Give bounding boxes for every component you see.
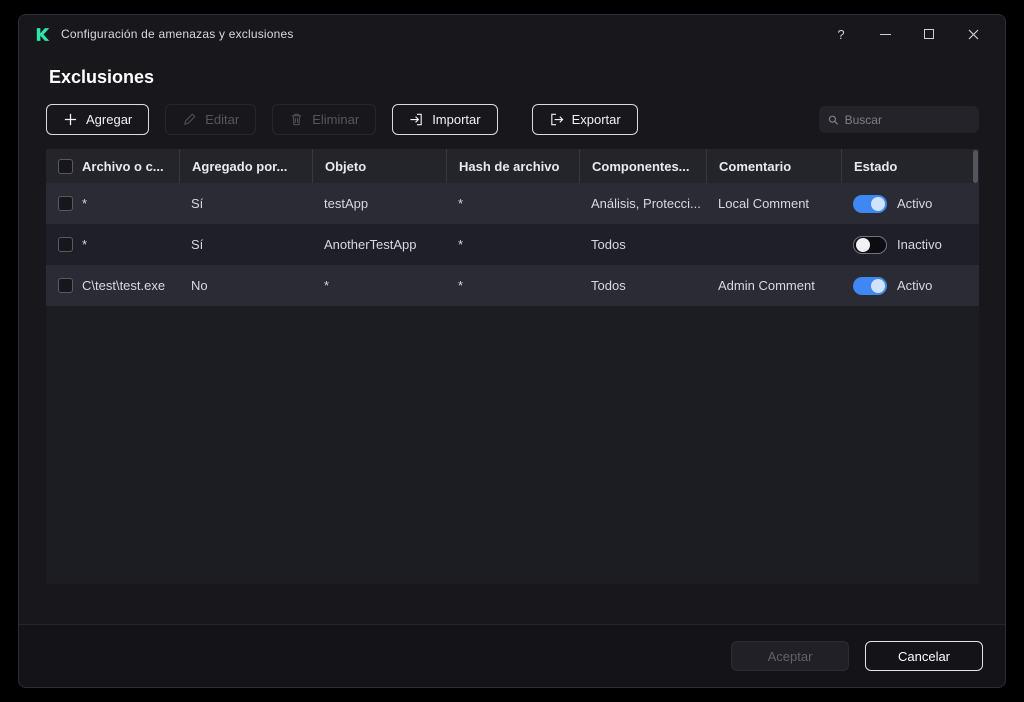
minimize-button[interactable]	[863, 19, 907, 49]
maximize-icon	[924, 29, 934, 39]
column-header: Agregado por...	[179, 149, 312, 183]
import-icon	[410, 113, 422, 126]
accept-button[interactable]: Aceptar	[731, 641, 849, 671]
toggle-knob	[871, 196, 885, 211]
state-toggle[interactable]	[853, 235, 887, 254]
import-button[interactable]: Importar	[392, 104, 498, 135]
cell-added-by: Sí	[191, 196, 204, 211]
state-toggle[interactable]	[853, 194, 887, 213]
edit-button[interactable]: Editar	[165, 104, 257, 135]
cell-components: Todos	[591, 278, 626, 293]
app-window: Configuración de amenazas y exclusiones …	[18, 14, 1006, 688]
column-header: Comentario	[706, 149, 841, 183]
vertical-scrollbar[interactable]	[973, 150, 978, 183]
cell-object: AnotherTestApp	[324, 237, 417, 252]
state-label: Activo	[897, 278, 933, 293]
column-header: Hash de archivo	[446, 149, 579, 183]
cell-file: C\test\test.exe	[82, 278, 166, 293]
state-label: Activo	[897, 196, 933, 211]
trash-icon	[292, 113, 302, 126]
cell-object: *	[324, 278, 330, 293]
table-row[interactable]: * Sí testApp * Análisis, Protecci... Local Co…	[46, 183, 979, 224]
row-checkbox[interactable]	[58, 237, 73, 252]
state-label: Inactivo	[897, 237, 942, 252]
toolbar: Agregar Editar Eliminar Importar Exporta…	[19, 94, 1005, 135]
state-toggle[interactable]	[853, 276, 887, 295]
row-checkbox[interactable]	[58, 278, 73, 293]
table-header: Archivo o c... Agregado por... Objeto Ha…	[46, 149, 979, 183]
cell-object: testApp	[324, 196, 369, 211]
cell-file: *	[82, 196, 88, 211]
search-box[interactable]	[819, 106, 979, 133]
column-header: Componentes...	[579, 149, 706, 183]
delete-button[interactable]: Eliminar	[272, 104, 377, 135]
export-icon	[550, 113, 563, 126]
close-button[interactable]	[951, 19, 995, 49]
window-title: Configuración de amenazas y exclusiones	[61, 27, 294, 41]
column-header: Archivo o c...	[82, 158, 164, 174]
row-checkbox[interactable]	[58, 196, 73, 211]
dialog-footer: Aceptar Cancelar	[19, 624, 1005, 687]
cell-added-by: No	[191, 278, 208, 293]
cell-comment: Admin Comment	[718, 278, 815, 293]
cell-hash: *	[458, 278, 464, 293]
cell-comment: Local Comment	[718, 196, 810, 211]
cell-hash: *	[458, 237, 464, 252]
export-button[interactable]: Exportar	[531, 104, 638, 135]
search-icon	[828, 115, 839, 125]
minimize-icon	[879, 33, 891, 35]
cell-hash: *	[458, 196, 464, 211]
page-title: Exclusiones	[49, 67, 155, 87]
exclusions-table: Archivo o c... Agregado por... Objeto Ha…	[46, 149, 979, 584]
search-input[interactable]	[844, 112, 970, 127]
select-all-checkbox[interactable]	[58, 158, 73, 174]
cell-file: *	[82, 237, 88, 252]
kaspersky-logo-icon	[33, 25, 51, 43]
table-body: * Sí testApp * Análisis, Protecci... Local Co…	[46, 183, 979, 306]
cancel-button[interactable]: Cancelar	[865, 641, 983, 671]
plus-icon	[64, 113, 77, 126]
table-row[interactable]: * Sí AnotherTestApp * Todos Inactivo	[46, 224, 979, 265]
help-button[interactable]: ?	[819, 19, 863, 49]
toggle-knob	[856, 237, 870, 252]
column-header: Objeto	[312, 149, 446, 183]
toggle-knob	[871, 278, 885, 293]
maximize-button[interactable]	[907, 19, 951, 49]
pencil-icon	[184, 113, 196, 125]
cell-components: Análisis, Protecci...	[591, 196, 701, 211]
title-bar: Configuración de amenazas y exclusiones …	[19, 15, 1005, 53]
table-row[interactable]: C\test\test.exe No * * Todos Admin Comment Act…	[46, 265, 979, 306]
cell-added-by: Sí	[191, 237, 204, 252]
cell-components: Todos	[591, 237, 626, 252]
add-button[interactable]: Agregar	[46, 104, 150, 135]
column-header: Estado	[841, 149, 979, 183]
close-icon	[968, 29, 978, 39]
